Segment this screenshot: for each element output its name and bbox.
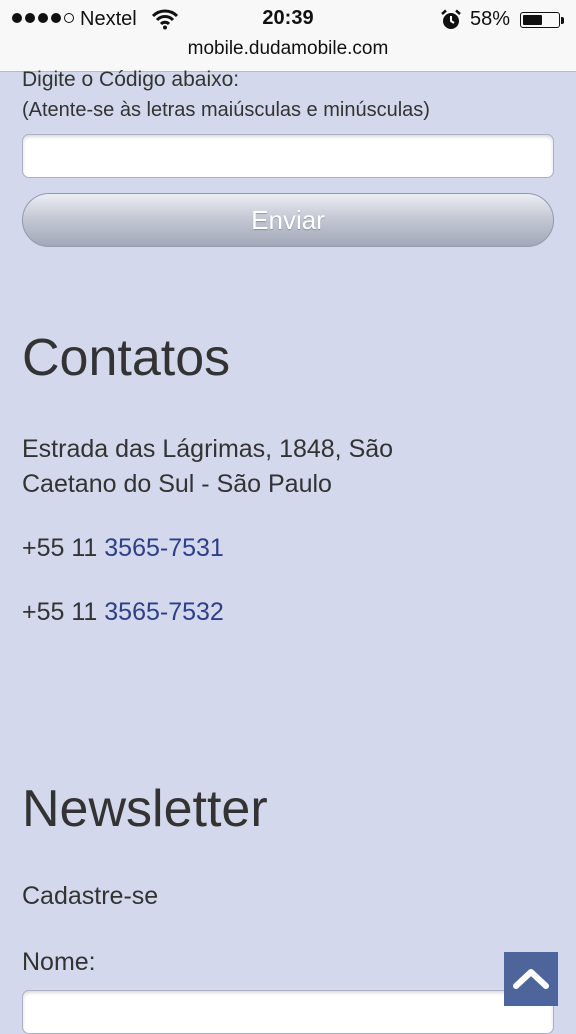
status-bar: Nextel 20:39 58% mobile.dudamobile.com — [0, 0, 576, 72]
chevron-up-icon — [513, 969, 549, 989]
contact-phone: +55 11 3565-7531 — [22, 534, 224, 563]
back-to-top-button[interactable] — [504, 952, 558, 1006]
phone-link[interactable]: 3565-7531 — [104, 534, 224, 562]
status-row: Nextel 20:39 58% — [0, 6, 576, 32]
code-hint: (Atente-se às letras maiúsculas e minúsc… — [22, 99, 430, 121]
phone-link[interactable]: 3565-7532 — [104, 598, 224, 626]
code-label: Digite o Código abaixo: — [22, 68, 240, 91]
contacts-title: Contatos — [22, 329, 231, 387]
newsletter-title: Newsletter — [22, 780, 268, 838]
battery-level-fill — [523, 15, 542, 25]
phone-prefix: +55 11 — [22, 534, 105, 562]
contact-phone: +55 11 3565-7532 — [22, 598, 224, 627]
battery-icon — [520, 12, 560, 28]
battery-percentage: 58% — [470, 8, 511, 30]
name-label: Nome: — [22, 948, 96, 976]
submit-button[interactable]: Enviar — [22, 193, 554, 247]
newsletter-subtitle: Cadastre-se — [22, 882, 159, 910]
contact-address: Estrada das Lágrimas, 1848, São Caetano … — [22, 435, 394, 498]
address-bar-url[interactable]: mobile.dudamobile.com — [0, 38, 576, 60]
code-input[interactable] — [22, 134, 554, 178]
phone-prefix: +55 11 — [22, 598, 105, 626]
name-input[interactable] — [22, 990, 554, 1034]
alarm-clock-icon — [441, 9, 461, 29]
battery-tip — [561, 17, 564, 24]
